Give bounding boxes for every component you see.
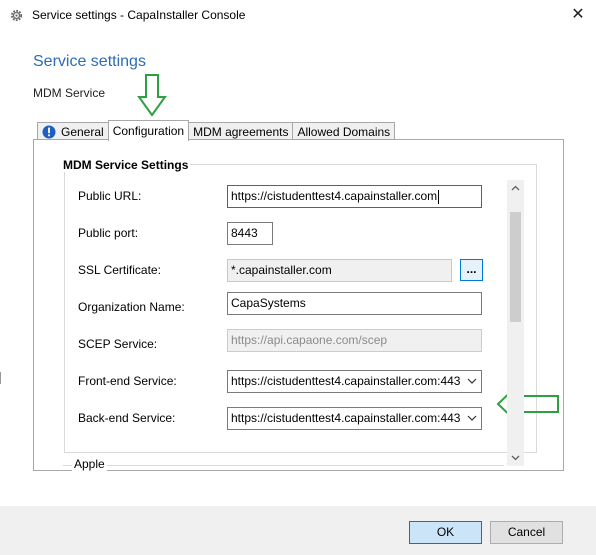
tab-general-label: General xyxy=(61,124,104,139)
window-title: Service settings - CapaInstaller Console xyxy=(32,8,246,22)
public-port-label: Public port: xyxy=(78,226,139,240)
left-arrow-annotation-icon xyxy=(496,382,559,426)
tab-strip: General Configuration MDM agreements All… xyxy=(37,120,396,141)
tab-configuration[interactable]: Configuration xyxy=(107,120,190,141)
browse-certificate-button[interactable]: ... xyxy=(460,259,483,281)
tab-mdm-agreements-label: MDM agreements xyxy=(193,124,289,139)
apple-groupbox xyxy=(63,465,504,471)
text-caret xyxy=(438,189,440,204)
organization-name-input[interactable]: CapaSystems xyxy=(227,292,482,315)
tab-allowed-domains-label: Allowed Domains xyxy=(297,124,391,139)
ssl-certificate-input[interactable]: *.capainstaller.com xyxy=(227,259,452,282)
public-url-value: https://cistudenttest4.capainstaller.com xyxy=(231,189,438,203)
front-end-service-select[interactable]: https://cistudenttest4.capainstaller.com… xyxy=(227,370,482,393)
cancel-button[interactable]: Cancel xyxy=(490,521,563,544)
scep-service-label: SCEP Service: xyxy=(78,337,158,351)
chevron-down-icon xyxy=(467,415,477,421)
back-end-service-value: https://cistudenttest4.capainstaller.com… xyxy=(231,411,461,425)
page-title: Service settings xyxy=(33,53,146,70)
public-port-input[interactable]: 8443 xyxy=(227,222,273,245)
tab-configuration-label: Configuration xyxy=(112,123,185,138)
scroll-down-icon[interactable] xyxy=(507,449,524,466)
ok-button[interactable]: OK xyxy=(409,521,482,544)
gear-icon xyxy=(10,9,23,22)
title-bar: Service settings - CapaInstaller Console… xyxy=(0,0,596,31)
close-icon[interactable]: ✕ xyxy=(566,4,590,26)
vertical-scrollbar[interactable] xyxy=(507,180,524,466)
organization-name-label: Organization Name: xyxy=(78,300,185,314)
down-arrow-annotation-icon xyxy=(137,74,167,117)
scrollbar-thumb[interactable] xyxy=(510,212,521,322)
window-edge-marker xyxy=(0,372,2,384)
scep-service-input[interactable]: https://api.capaone.com/scep xyxy=(227,329,482,352)
front-end-service-label: Front-end Service: xyxy=(78,374,177,388)
chevron-down-icon xyxy=(467,378,477,384)
apple-group-title: Apple xyxy=(72,457,107,471)
back-end-service-select[interactable]: https://cistudenttest4.capainstaller.com… xyxy=(227,407,482,430)
public-url-input[interactable]: https://cistudenttest4.capainstaller.com xyxy=(227,185,482,208)
front-end-service-value: https://cistudenttest4.capainstaller.com… xyxy=(231,374,461,388)
info-icon xyxy=(42,125,56,139)
public-url-label: Public URL: xyxy=(78,189,142,203)
ssl-certificate-label: SSL Certificate: xyxy=(78,263,161,277)
mdm-settings-group-title: MDM Service Settings xyxy=(61,158,191,172)
page-subtitle: MDM Service xyxy=(33,86,106,100)
scroll-up-icon[interactable] xyxy=(507,180,524,197)
back-end-service-label: Back-end Service: xyxy=(78,411,176,425)
